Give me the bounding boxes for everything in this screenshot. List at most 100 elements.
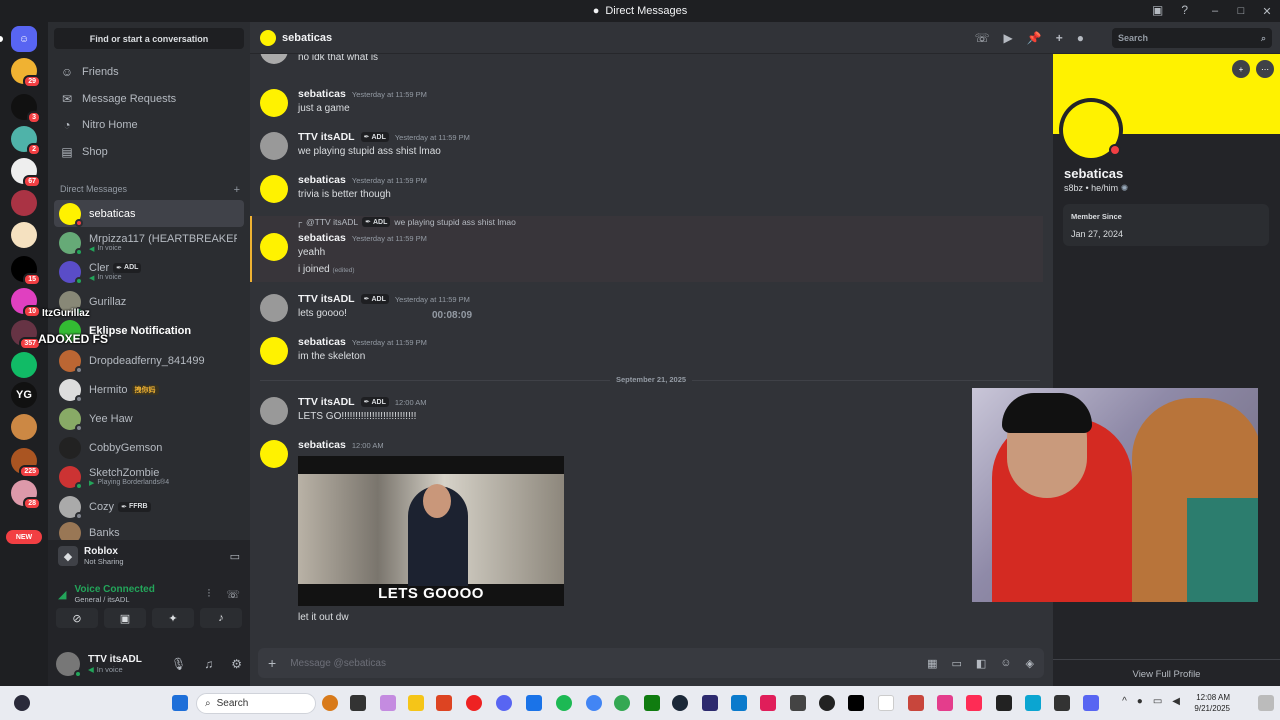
voice-channel[interactable]: General / itsADL — [74, 595, 201, 604]
avatar[interactable] — [260, 337, 288, 365]
activity-button[interactable]: ✦ — [152, 608, 194, 628]
noise-suppression-icon[interactable]: ⫶ — [207, 588, 210, 601]
pin-icon[interactable]: 📌 — [1027, 31, 1042, 45]
search-input[interactable]: Search ⌕ — [1112, 28, 1272, 48]
message-author[interactable]: TTV itsADL — [298, 396, 355, 408]
server-icon[interactable] — [11, 222, 37, 248]
minimize-button[interactable]: – — [1202, 5, 1228, 17]
add-friend-icon[interactable]: + — [1056, 31, 1063, 45]
avatar[interactable] — [260, 233, 288, 261]
server-icon[interactable]: 225 — [11, 448, 41, 478]
soundboard-button[interactable]: ♪ — [200, 608, 242, 628]
message-author[interactable]: sebaticas — [298, 232, 346, 244]
avatar[interactable] — [260, 132, 288, 160]
taskbar-search[interactable]: ⌕ Search — [196, 693, 316, 714]
add-friend-icon[interactable]: + — [1232, 60, 1250, 78]
server-icon[interactable]: 28 — [11, 480, 41, 510]
dm-item[interactable]: Hermito 拽你妈 — [54, 376, 244, 403]
add-dm-icon[interactable]: + — [234, 184, 240, 196]
notification-icon[interactable] — [1258, 695, 1274, 711]
taskbar-app[interactable] — [526, 695, 542, 711]
taskbar-app[interactable] — [937, 695, 953, 711]
server-icon[interactable] — [11, 414, 37, 440]
taskbar-app[interactable] — [966, 695, 982, 711]
taskbar-app[interactable] — [1083, 695, 1099, 711]
nav-message-requests[interactable]: ✉ Message Requests — [54, 87, 244, 111]
avatar[interactable] — [260, 294, 288, 322]
message-author[interactable]: sebaticas — [298, 336, 346, 348]
server-icon[interactable]: 29 — [11, 58, 41, 88]
tiktok-icon[interactable] — [848, 695, 864, 711]
taskbar-app[interactable] — [819, 695, 835, 711]
help-icon[interactable]: ? — [1181, 3, 1188, 17]
avatar[interactable] — [260, 175, 288, 203]
settings-gear-icon[interactable]: ⚙ — [231, 657, 242, 671]
apps-icon[interactable]: ◈ — [1026, 657, 1034, 670]
taskbar-app[interactable] — [996, 695, 1012, 711]
taskbar-app[interactable] — [380, 695, 396, 711]
message-author[interactable]: TTV itsADL — [298, 131, 355, 143]
dm-item[interactable]: Cozy ✒ FFRB — [54, 493, 244, 520]
avatar[interactable] — [260, 397, 288, 425]
taskbar-app[interactable] — [436, 695, 452, 711]
profile-avatar[interactable] — [1059, 98, 1123, 162]
call-icon[interactable]: ☏ — [975, 31, 990, 45]
nav-friends[interactable]: ☺ Friends — [54, 60, 244, 84]
server-icon[interactable]: 15 — [11, 256, 41, 286]
home-button[interactable]: ☺ — [11, 26, 37, 52]
message-author[interactable]: sebaticas — [298, 439, 346, 451]
view-full-profile-link[interactable]: View Full Profile — [1053, 659, 1280, 680]
dm-item[interactable]: Cler ✒ ADL ◀ In voice — [54, 258, 244, 285]
server-icon[interactable] — [11, 352, 37, 378]
message-author[interactable]: sebaticas — [298, 88, 346, 100]
headphones-icon[interactable]: ♫ — [204, 657, 213, 671]
taskbar-clock[interactable]: 12:08 AM 9/21/2025 — [1194, 692, 1230, 714]
server-icon[interactable]: 357 — [11, 320, 41, 350]
dm-item[interactable]: Dropdeadferny_841499 — [54, 347, 244, 374]
more-options-icon[interactable]: ⋯ — [1256, 60, 1274, 78]
taskbar-app[interactable] — [614, 695, 630, 711]
user-avatar[interactable] — [56, 652, 82, 678]
file-explorer-icon[interactable] — [408, 695, 424, 711]
server-yg[interactable]: YG — [11, 382, 37, 408]
taskbar-app[interactable] — [908, 695, 924, 711]
server-icon[interactable]: 2 — [11, 126, 41, 156]
avatar[interactable] — [260, 440, 288, 468]
dm-item[interactable]: Yee Haw — [54, 405, 244, 432]
reply-reference[interactable]: ┌ @TTV itsADL ✒ ADL we playing stupid ass sh… — [260, 217, 1040, 227]
dm-item[interactable]: SketchZombie ▶ Playing Borderlands®4 — [54, 463, 244, 490]
message-composer[interactable]: + Message @sebaticas ▦ ▭ ◧ ☺ ◈ — [258, 648, 1044, 678]
dm-item[interactable]: CobbyGemson — [54, 434, 244, 461]
inbox-icon[interactable]: ▣ — [1152, 3, 1163, 17]
gif-attachment[interactable]: LETS GOOOO — [298, 456, 564, 606]
camera-off-button[interactable]: ⊘ — [56, 608, 98, 628]
message-author[interactable]: TTV itsADL — [298, 293, 355, 305]
start-button[interactable] — [172, 695, 188, 711]
close-button[interactable]: ✕ — [1254, 5, 1280, 18]
discord-taskbar-icon[interactable] — [496, 695, 512, 711]
server-icon[interactable]: 67 — [11, 158, 41, 188]
taskbar-app[interactable] — [350, 695, 366, 711]
mic-tray-icon[interactable]: ● — [1137, 696, 1143, 707]
microphone-icon[interactable]: 🎙 — [171, 657, 186, 671]
steam-icon[interactable] — [672, 695, 688, 711]
find-conversation-button[interactable]: Find or start a conversation — [54, 28, 244, 49]
display-icon[interactable]: ▭ — [1153, 696, 1162, 707]
vscode-icon[interactable] — [731, 695, 747, 711]
message-author[interactable]: sebaticas — [298, 174, 346, 186]
chrome-icon[interactable] — [586, 695, 602, 711]
spotify-icon[interactable] — [556, 695, 572, 711]
taskbar-app[interactable] — [702, 695, 718, 711]
gift-icon[interactable]: ▦ — [927, 657, 937, 670]
video-call-icon[interactable]: ▶ — [1004, 31, 1013, 45]
server-icon[interactable]: 3 — [11, 94, 41, 124]
taskbar-app[interactable] — [878, 695, 894, 711]
sticker-icon[interactable]: ◧ — [976, 657, 986, 670]
taskbar-app[interactable] — [466, 695, 482, 711]
dm-item[interactable]: Mrpizza117 (HEARTBREAKER... ◀ In voice — [54, 229, 244, 256]
nav-shop[interactable]: ▤ Shop — [54, 140, 244, 164]
nav-nitro-home[interactable]: ◔ Nitro Home — [54, 113, 244, 137]
xbox-icon[interactable] — [644, 695, 660, 711]
taskbar-app[interactable] — [1054, 695, 1070, 711]
add-attachment-icon[interactable]: + — [268, 655, 276, 671]
